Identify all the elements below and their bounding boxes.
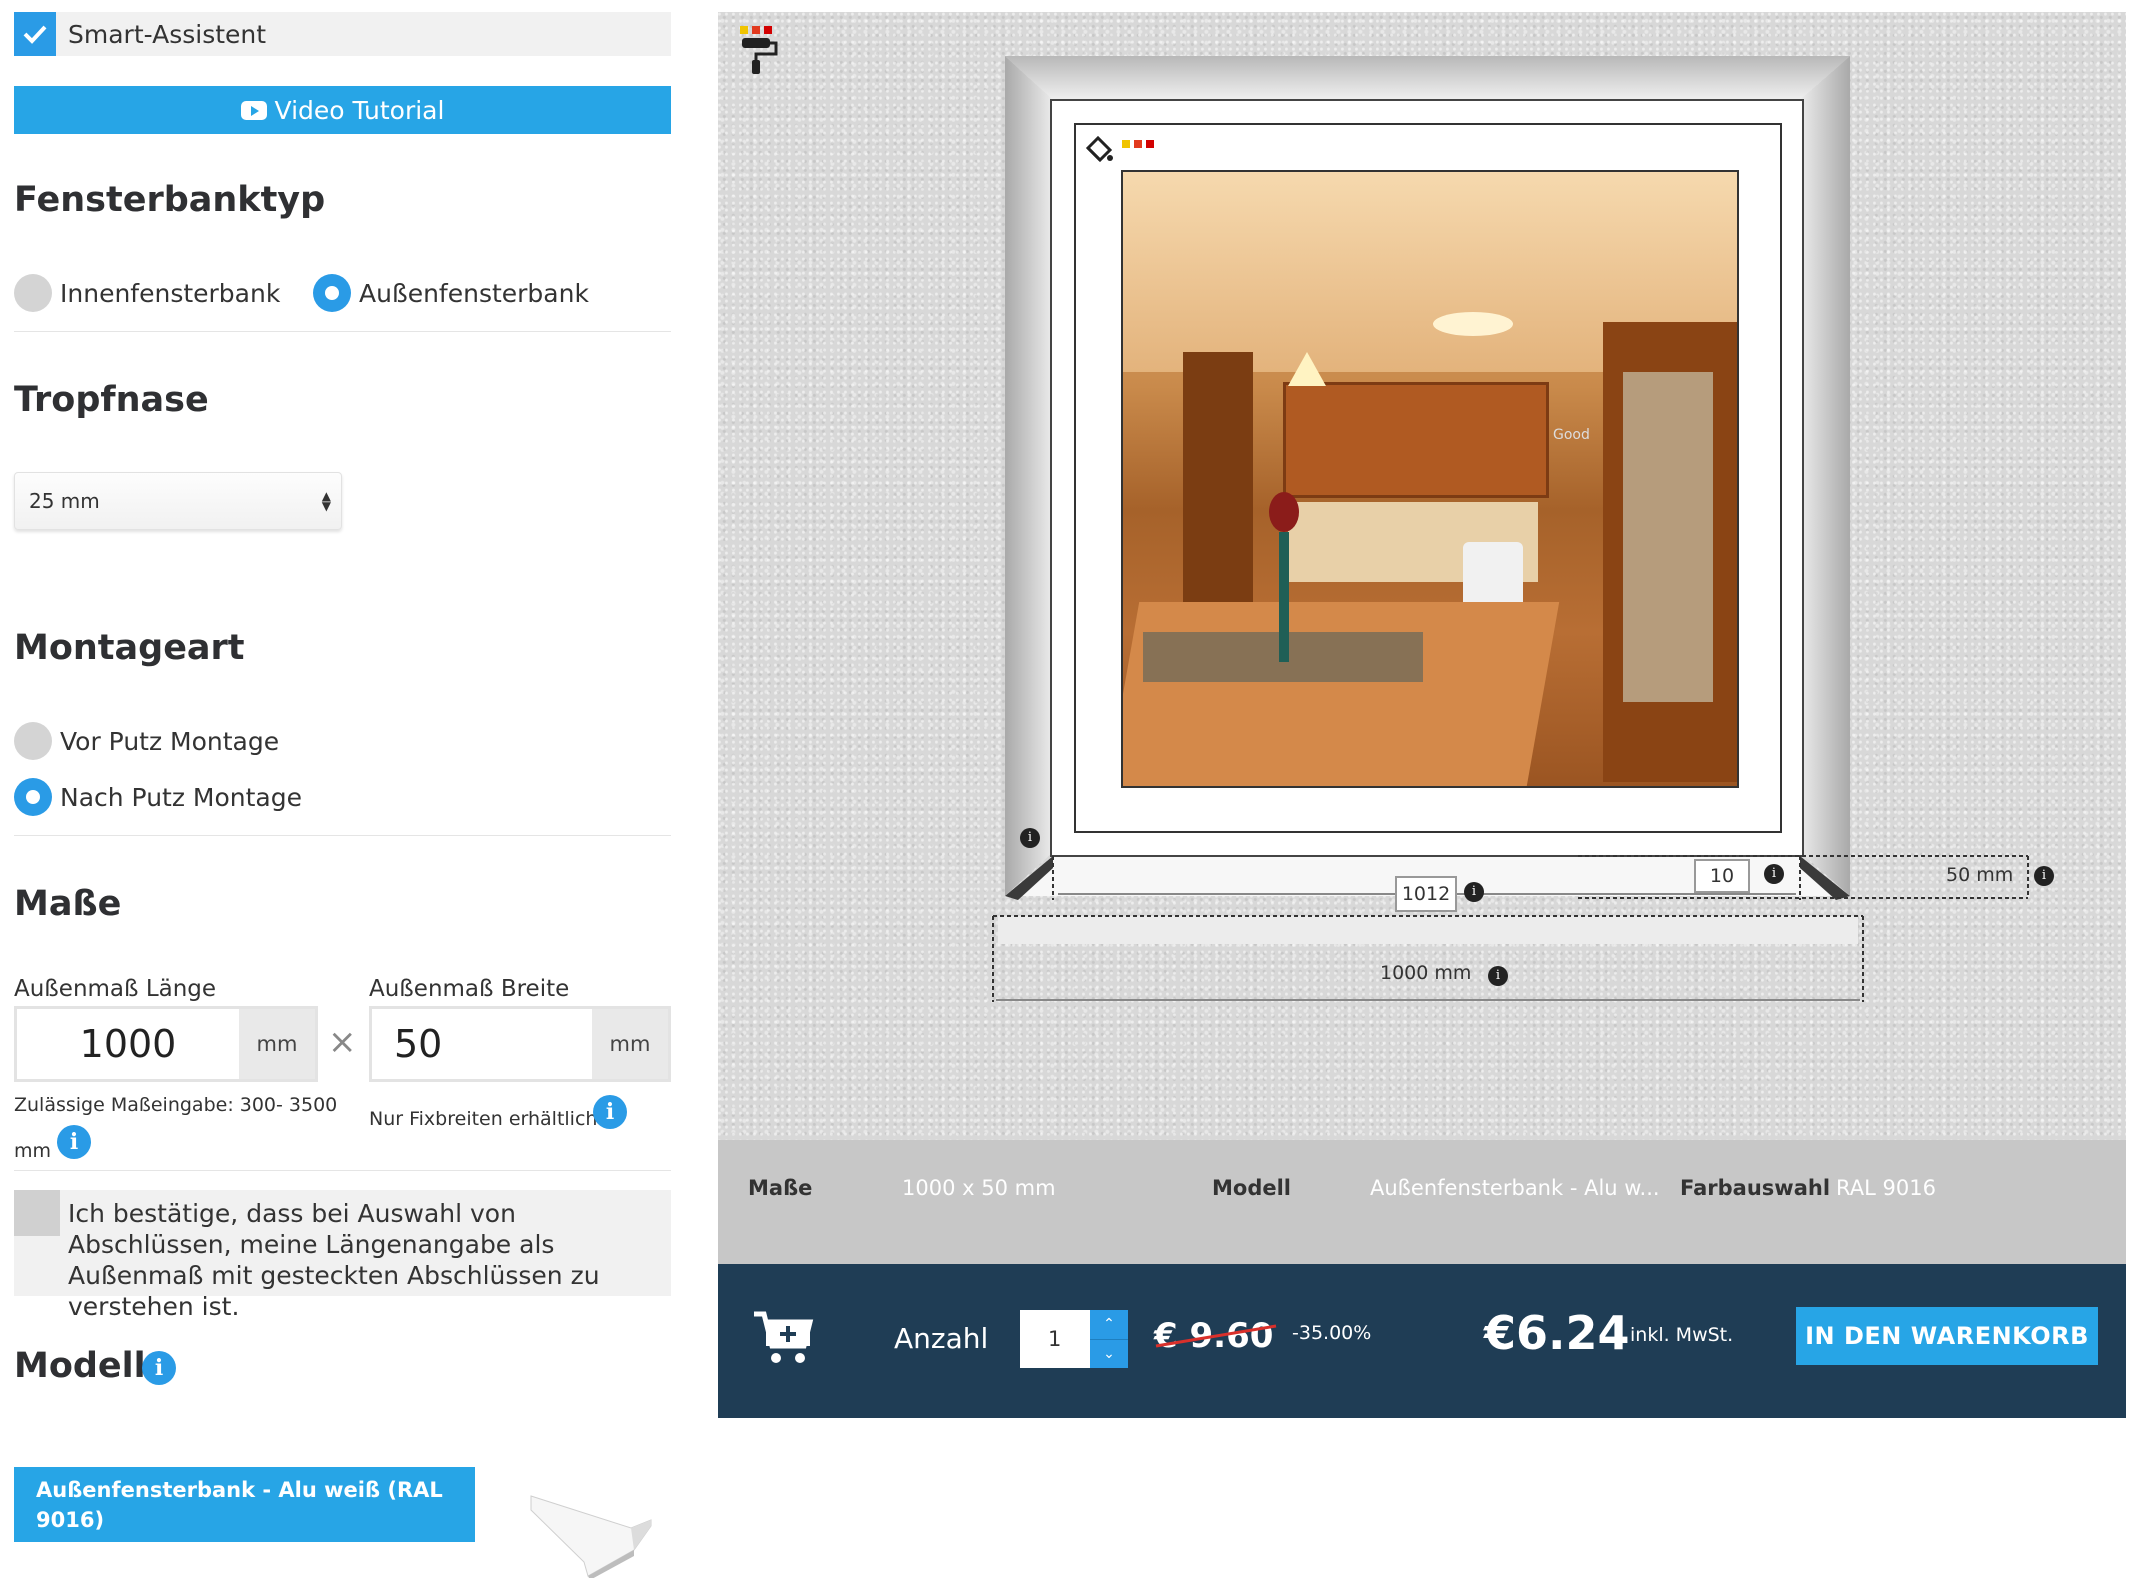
info-icon[interactable]: i [593,1095,627,1129]
info-icon[interactable]: i [1464,882,1484,902]
drip-edge-select[interactable]: 25 mm ▲ ▼ [14,472,342,530]
smart-assistant-label: Smart-Assistent [68,19,267,49]
quantity-label: Anzahl [894,1322,989,1355]
model-option-button[interactable]: Außenfensterbank - Alu weiß (RAL 9016) [14,1467,475,1542]
radio-button-selected[interactable] [14,778,52,816]
info-icon[interactable]: i [1020,828,1040,848]
buy-bar: Anzahl 1 ⌃ ⌄ € 9.60 -35.00% €6.24 inkl. … [718,1264,2126,1418]
length-input[interactable]: 1000 mm [14,1006,318,1082]
quantity-value[interactable]: 1 [1020,1310,1090,1368]
summary-dims-key: Maße [748,1176,813,1200]
divider [14,1170,671,1171]
radio-button-selected[interactable] [313,274,351,312]
length-hint-unit: mm [14,1140,52,1162]
price: €6.24 [1484,1306,1630,1360]
radio-innenfensterbank[interactable]: Innenfensterbank [14,274,280,312]
length-hint: Zulässige Maßeingabe: 300- 3500 [14,1094,338,1116]
divider [14,835,671,836]
confirm-checkbox[interactable] [14,1190,60,1236]
tax-note: inkl. MwSt. [1630,1324,1734,1346]
length-value[interactable]: 1000 [17,1009,239,1079]
info-icon[interactable]: i [2034,866,2054,886]
length-unit: mm [239,1009,315,1079]
radio-label: Innenfensterbank [60,278,281,308]
summary-model-value: Außenfensterbank - Alu w... [1370,1176,1660,1200]
section-heading-dimensions: Maße [14,884,122,924]
radio-nach-putz[interactable]: Nach Putz Montage [14,778,302,816]
radio-button[interactable] [14,722,52,760]
discount-label: -35.00% [1292,1322,1372,1344]
sill-thumbnail[interactable] [526,1488,656,1580]
inner-length-label: 1012 [1395,876,1457,912]
youtube-icon [240,100,267,120]
radio-button[interactable] [14,274,52,312]
section-heading-drip-edge: Tropfnase [14,380,209,420]
room-photo: Good [1121,170,1739,788]
times-sign: × [328,1022,357,1062]
divider [14,331,671,332]
old-price: € 9.60 [1154,1316,1277,1356]
confirm-checkbox-row[interactable]: Ich bestätige, dass bei Auswahl von Absc… [14,1190,671,1321]
depth-marker-label: 10 [1694,859,1750,893]
smart-assistant-toggle[interactable]: Smart-Assistent [14,12,671,56]
summary-bar: Maße 1000 x 50 mm Modell Außenfensterban… [718,1140,2126,1264]
width-input[interactable]: 50 mm [369,1006,671,1082]
radio-label: Vor Putz Montage [60,726,280,756]
info-icon[interactable]: i [57,1125,91,1159]
length-label: Außenmaß Länge [14,976,217,1002]
info-icon[interactable]: i [142,1351,176,1385]
length-measure-label: 1000 mm [1380,962,1472,984]
summary-color-key: Farbauswahl [1680,1176,1831,1200]
width-unit: mm [592,1009,668,1079]
info-icon[interactable]: i [1488,966,1508,986]
section-heading-model: Modell [14,1346,146,1386]
summary-color-value: RAL 9016 [1836,1176,1936,1200]
radio-label: Nach Putz Montage [60,782,302,812]
section-heading-mounting: Montageart [14,628,245,668]
paint-bucket-icon[interactable] [1084,134,1164,172]
info-icon[interactable]: i [1764,864,1784,884]
summary-dims-value: 1000 x 50 mm [902,1176,1056,1200]
confirm-text: Ich bestätige, dass bei Auswahl von Absc… [68,1199,600,1321]
preview-stage: Good 1012 i 10 i 50 mm i 1000 mm i i [718,12,2126,1140]
check-icon[interactable] [14,12,56,56]
chevron-down-icon[interactable]: ⌄ [1090,1340,1128,1369]
photo-text: Good [1553,427,1590,443]
video-tutorial-button[interactable]: Video Tutorial [14,86,671,134]
section-heading-sill-type: Fensterbanktyp [14,180,326,220]
radio-vor-putz[interactable]: Vor Putz Montage [14,722,279,760]
video-tutorial-label: Video Tutorial [274,95,445,125]
width-measure-label: 50 mm [1946,864,2014,886]
drip-edge-value: 25 mm [29,489,100,513]
cart-icon[interactable] [752,1308,814,1370]
quantity-stepper[interactable]: 1 ⌃ ⌄ [1020,1310,1128,1368]
radio-aussenfensterbank[interactable]: Außenfensterbank [313,274,589,312]
width-label: Außenmaß Breite [369,976,570,1002]
summary-model-key: Modell [1212,1176,1291,1200]
select-arrows-icon: ▲ ▼ [321,489,331,513]
radio-label: Außenfensterbank [359,278,589,308]
width-value[interactable]: 50 [372,1009,592,1079]
add-to-cart-button[interactable]: IN DEN WARENKORB [1796,1307,2098,1365]
width-hint: Nur Fixbreiten erhältlich [369,1108,598,1130]
chevron-up-icon[interactable]: ⌃ [1090,1310,1128,1340]
